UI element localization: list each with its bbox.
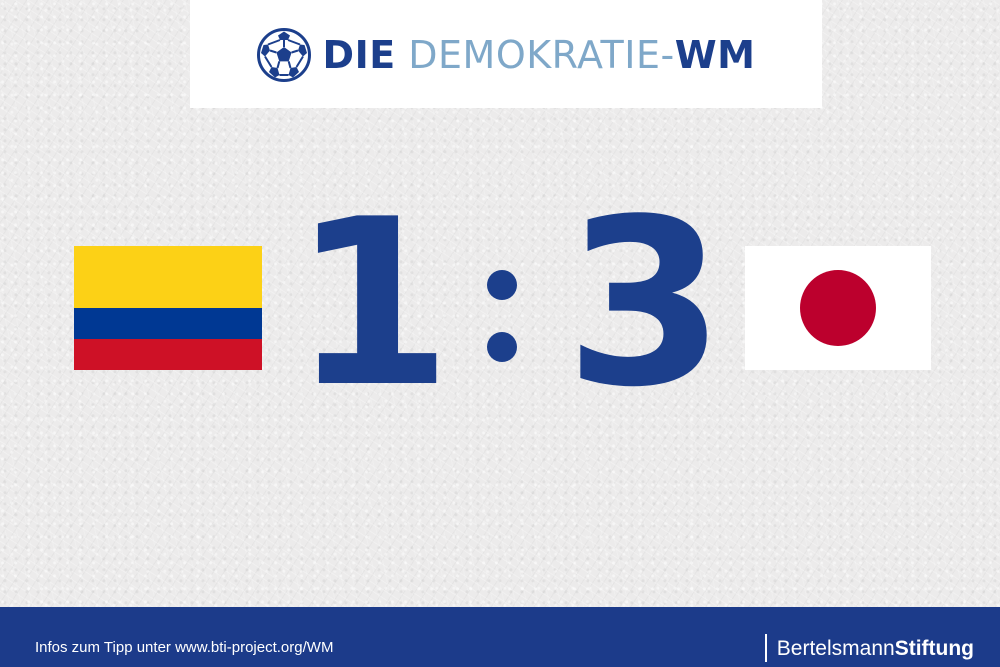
page-title: DIE DEMOKRATIE-WM xyxy=(323,36,756,74)
title-die: DIE xyxy=(322,33,396,77)
soccer-ball-icon xyxy=(256,28,311,82)
separator-dot-bottom xyxy=(487,332,517,362)
colombia-flag-icon xyxy=(74,246,262,370)
home-score: 1 xyxy=(292,171,453,438)
header-banner: DIE DEMOKRATIE-WM xyxy=(190,0,822,108)
flag-stripe-yellow xyxy=(74,246,262,308)
title-wm: WM xyxy=(674,33,756,77)
separator-dot-top xyxy=(487,270,517,300)
brand-logo: BertelsmannStiftung xyxy=(764,634,974,662)
flag-stripe-red xyxy=(74,339,262,370)
footer-bar: Infos zum Tipp unter www.bti-project.org… xyxy=(0,607,1000,667)
away-score: 3 xyxy=(564,171,726,438)
flag-stripe-blue xyxy=(74,308,262,339)
footer-info-text: Infos zum Tipp unter www.bti-project.org… xyxy=(35,639,334,656)
brand-name-part1: Bertelsmann xyxy=(776,636,895,660)
brand-name: BertelsmannStiftung xyxy=(777,638,974,659)
brand-name-part2: Stiftung xyxy=(894,636,974,660)
title-demokratie: DEMOKRATIE- xyxy=(395,33,675,77)
flag-red-disc xyxy=(800,270,876,346)
score-separator xyxy=(487,270,517,362)
japan-flag-icon xyxy=(745,246,931,370)
brand-divider xyxy=(764,634,767,662)
